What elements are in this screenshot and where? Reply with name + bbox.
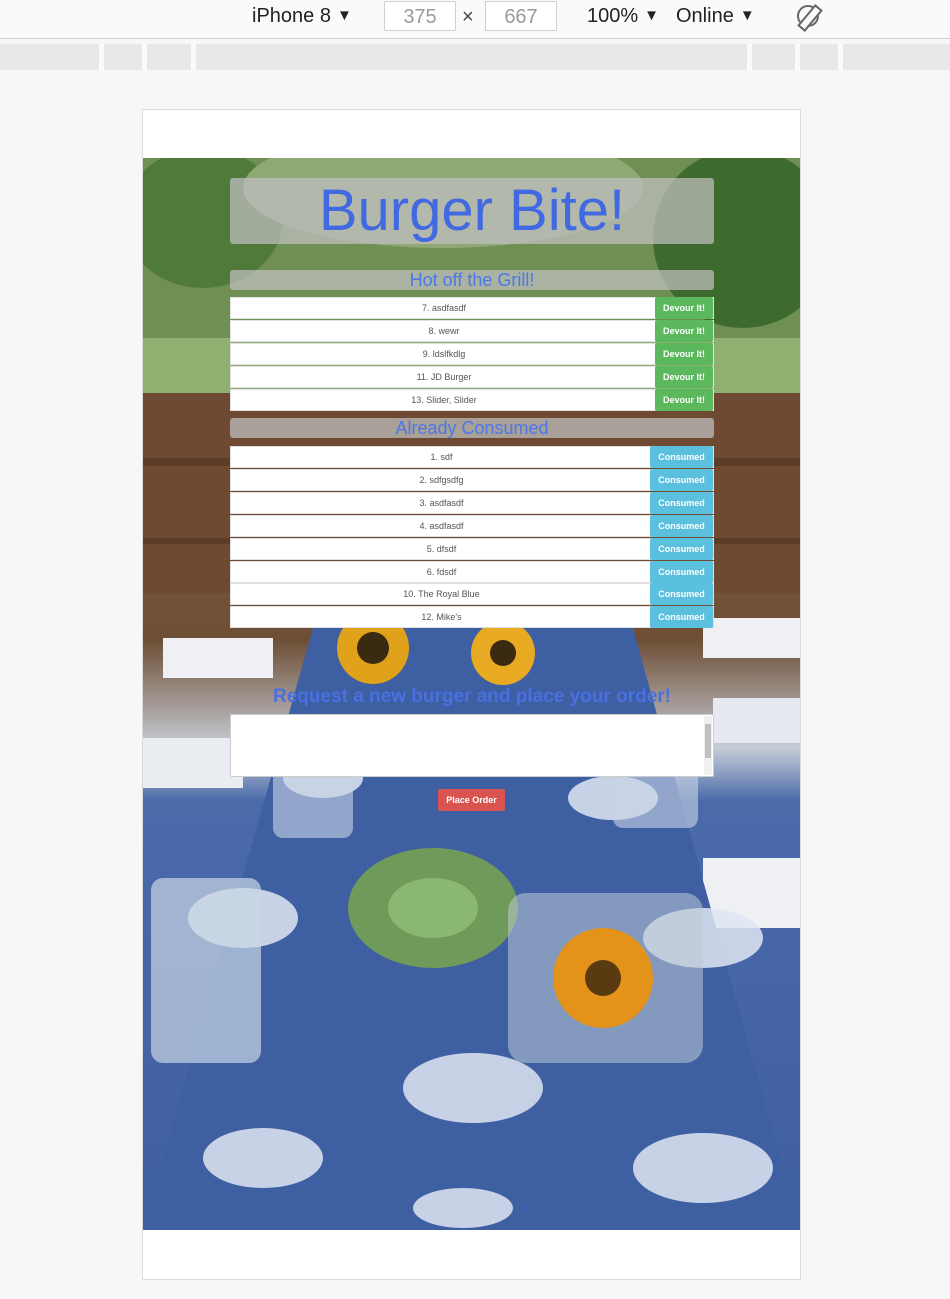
network-value: Online [676, 5, 734, 27]
media-query-segment[interactable] [800, 44, 838, 70]
media-query-bar [0, 44, 950, 70]
media-query-segment[interactable] [0, 44, 99, 70]
burger-name: 10. The Royal Blue [403, 589, 480, 600]
burger-textarea[interactable] [230, 714, 714, 777]
consumed-button[interactable]: Consumed [650, 606, 713, 629]
burger-name: 7. asdfasdf [421, 303, 467, 313]
scrollbar-thumb[interactable] [705, 724, 711, 758]
background-image: Burger Bite! Hot off the Grill! 7. asdfa… [143, 158, 800, 1230]
eaten-burger-row: 2. sdfgsdfg Consumed [230, 468, 714, 491]
devour-button[interactable]: Devour It! [655, 320, 713, 342]
scrollbar[interactable] [704, 716, 712, 775]
device-select[interactable]: iPhone 8 ▼ [252, 5, 352, 28]
rotate-icon[interactable] [797, 5, 819, 27]
eaten-burger-row: 3. asdfasdf Consumed [230, 491, 714, 514]
consumed-button[interactable]: Consumed [650, 583, 713, 606]
device-viewport: Burger Bite! Hot off the Grill! 7. asdfa… [142, 109, 801, 1280]
consumed-button[interactable]: Consumed [650, 446, 713, 468]
consumed-button[interactable]: Consumed [650, 491, 713, 514]
network-select[interactable]: Online ▼ [676, 5, 755, 28]
devour-button[interactable]: Devour It! [655, 297, 713, 319]
eaten-burger-row: 4. asdfasdf Consumed [230, 514, 714, 537]
eaten-burger-row: 10. The Royal Blue Consumed [230, 583, 714, 606]
height-input[interactable]: 667 [485, 1, 557, 31]
burger-name: 1. sdf [430, 452, 453, 462]
burger-name: 11. JD Burger [416, 372, 472, 382]
uneaten-header: Hot off the Grill! [230, 270, 714, 290]
zoom-dropdown-icon: ▼ [644, 7, 660, 24]
eaten-header: Already Consumed [230, 418, 714, 438]
device-name: iPhone 8 [252, 5, 331, 27]
burger-name: 9. ldslfkdlg [422, 349, 466, 359]
burger-name: 2. sdfgsdfg [419, 474, 464, 485]
media-query-segment[interactable] [104, 44, 142, 70]
uneaten-burger-row: 13. Slider, Slider Devour It! [230, 389, 714, 411]
devour-button[interactable]: Devour It! [655, 343, 713, 365]
page-title: Burger Bite! [318, 178, 626, 243]
devour-button[interactable]: Devour It! [655, 389, 713, 411]
uneaten-burger-row: 8. wewr Devour It! [230, 320, 714, 342]
burger-name: 3. asdfasdf [419, 497, 464, 508]
media-query-segment[interactable] [752, 44, 795, 70]
consumed-button[interactable]: Consumed [650, 537, 713, 560]
burger-name: 8. wewr [428, 326, 460, 336]
eaten-burger-row: 1. sdf Consumed [230, 446, 714, 468]
times-icon: × [462, 6, 474, 28]
burger-name: 4. asdfasdf [419, 520, 464, 531]
burger-name: 6. fdsdf [426, 566, 457, 577]
uneaten-burger-row: 11. JD Burger Devour It! [230, 366, 714, 388]
media-query-segment[interactable] [196, 44, 747, 70]
burger-name: 5. dfsdf [426, 543, 457, 554]
burger-name: 12. Mike's [421, 612, 462, 623]
device-dropdown-icon: ▼ [336, 7, 352, 24]
eaten-burger-row: 5. dfsdf Consumed [230, 537, 714, 560]
media-query-segment[interactable] [147, 44, 191, 70]
network-dropdown-icon: ▼ [739, 7, 755, 24]
eaten-burger-row: 6. fdsdf Consumed [230, 560, 714, 583]
devtools-device-toolbar: iPhone 8 ▼ 375 × 667 100% ▼ Online ▼ [0, 0, 950, 39]
place-order-button[interactable]: Place Order [438, 789, 505, 811]
request-header: Request a new burger and place your orde… [272, 686, 672, 707]
media-query-segment[interactable] [843, 44, 950, 70]
consumed-button[interactable]: Consumed [650, 560, 713, 583]
zoom-select[interactable]: 100% ▼ [587, 5, 659, 28]
devour-button[interactable]: Devour It! [655, 366, 713, 388]
uneaten-burger-row: 7. asdfasdf Devour It! [230, 297, 714, 319]
zoom-value: 100% [587, 5, 639, 27]
eaten-burger-row: 12. Mike's Consumed [230, 606, 714, 629]
uneaten-burger-row: 9. ldslfkdlg Devour It! [230, 343, 714, 365]
width-input[interactable]: 375 [384, 1, 456, 31]
consumed-button[interactable]: Consumed [650, 468, 713, 491]
consumed-button[interactable]: Consumed [650, 514, 713, 537]
burger-name: 13. Slider, Slider [411, 395, 477, 405]
